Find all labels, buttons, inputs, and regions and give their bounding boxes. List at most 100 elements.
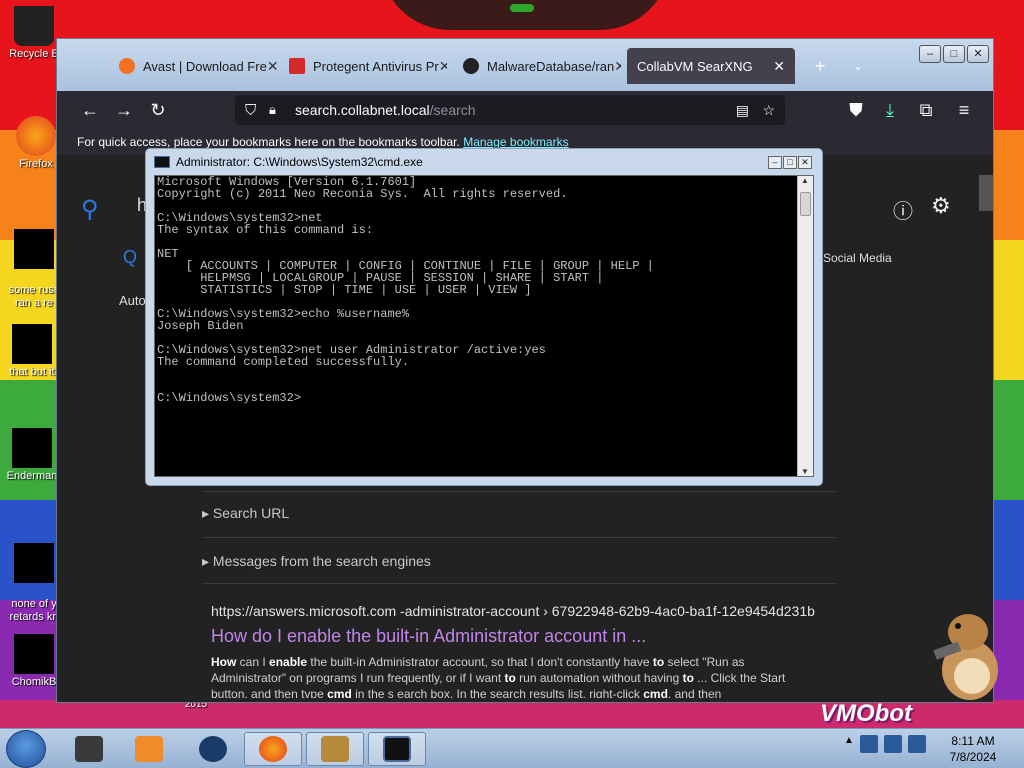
back-button[interactable]: ← [73,95,107,125]
page-scrollbar[interactable] [979,175,993,211]
browser-titlebar: Avast | Download Fre ✕ Protegent Antivir… [57,39,993,91]
tab-avast[interactable]: Avast | Download Fre ✕ [109,48,277,84]
clock-time: 8:11 AM [951,734,995,748]
search-url-toggle[interactable]: ▸ Search URL [202,505,289,522]
close-icon[interactable]: ✕ [439,58,447,75]
cmd-title-text: Administrator: C:\Windows\System32\cmd.e… [176,155,423,169]
gear-icon[interactable]: ⚙ [931,193,951,219]
search-icon[interactable]: ⚲ [81,195,99,224]
file-icon [12,428,52,468]
file-icon [14,229,54,269]
box-game-icon [321,736,349,762]
recycle-bin-icon [14,6,54,46]
reader-view-icon[interactable]: ▤ [736,102,749,119]
url-host: search.collabnet.local [295,102,430,118]
extensions-icon[interactable]: ⧉ [909,95,943,125]
lock-icon[interactable]: 🔒︎ [269,102,276,118]
cmd-output: Microsoft Windows [Version 6.1.7601] Cop… [157,175,654,405]
cmd-window-controls: – □ ✕ [768,156,812,169]
firefox-icon [16,116,56,156]
hamster-mascot [933,614,998,700]
reload-button[interactable]: ↻ [141,95,175,125]
result-url[interactable]: https://answers.microsoft.com -administr… [211,603,815,619]
cmd-console[interactable]: Microsoft Windows [Version 6.1.7601] Cop… [154,175,814,477]
autocomplete-label: Auto [119,293,146,308]
close-icon[interactable]: ✕ [773,58,785,75]
pocket-icon[interactable]: ⛊ [839,95,873,125]
file-icon [12,324,52,364]
tab-social-media[interactable]: Social Media [823,251,892,265]
tray-app-icon[interactable] [860,735,878,753]
tray-network-icon[interactable] [884,735,902,753]
divider [202,491,836,492]
github-icon [463,58,479,74]
file-icon [14,634,54,674]
close-window-button[interactable]: ✕ [967,45,989,63]
cmd-close-button[interactable]: ✕ [798,156,812,169]
maximize-button[interactable]: □ [943,45,965,63]
desktop-icon-that-but[interactable]: that but it [0,324,64,379]
protegent-icon [289,58,305,74]
window-controls: – □ ✕ [919,45,989,63]
shield-icon[interactable]: ⛉ [245,102,256,119]
tab-protegent[interactable]: Protegent Antivirus Pr ✕ [279,48,447,84]
scroll-up-icon[interactable]: ▲ [801,176,809,185]
media-player-icon [135,736,163,762]
engine-messages-toggle[interactable]: ▸ Messages from the search engines [202,553,431,570]
cmd-window: Administrator: C:\Windows\System32\cmd.e… [145,148,823,486]
desktop-icon-label: that but it [9,366,55,378]
cmd-icon [383,736,411,762]
taskbar-item-cmd[interactable] [368,732,426,766]
clock[interactable]: 8:11 AM 7/8/2024 [938,733,1008,765]
forward-button[interactable]: → [107,95,141,125]
watermark-text: VMObot [820,700,912,727]
file-icon [14,543,54,583]
tab-malwaredatabase[interactable]: MalwareDatabase/ran ✕ [453,48,621,84]
taskbar-item-firefox[interactable] [244,732,302,766]
cmd-minimize-button[interactable]: – [768,156,782,169]
pc-icon [75,736,103,762]
tab-collabvm-searxng[interactable]: CollabVM SearXNG ✕ [627,48,795,84]
info-icon[interactable]: ⓘ [893,195,913,224]
result-snippet: How can I enable the built-in Administra… [211,655,786,698]
scroll-down-icon[interactable]: ▼ [801,467,809,476]
bookmarks-hint: For quick access, place your bookmarks h… [77,135,460,149]
wallpaper-eyes [510,4,534,12]
minimize-button[interactable]: – [919,45,941,63]
clock-date: 7/8/2024 [949,750,997,764]
divider [202,583,836,584]
close-icon[interactable]: ✕ [614,58,621,75]
system-tray: ▲ [844,735,926,753]
cmd-scrollbar[interactable]: ▲ ▼ [797,176,813,476]
taskbar-item[interactable] [184,732,242,766]
navigation-bar: ← → ↻ ⛉ 🔒︎ search.collabnet.local/search… [57,91,993,129]
scroll-thumb[interactable] [800,192,811,216]
download-icon[interactable]: ⤓ [873,95,907,125]
tab-label: Protegent Antivirus Pr [313,58,439,74]
globe-icon [199,736,227,762]
tray-expand-icon[interactable]: ▲ [844,735,854,753]
tray-volume-icon[interactable] [908,735,926,753]
desktop-icon-enderman[interactable]: Enderman [0,428,64,483]
search-tab-icon[interactable]: Q [123,247,137,268]
new-tab-button[interactable]: + [805,48,835,84]
url-bar[interactable]: ⛉ 🔒︎ search.collabnet.local/search ▤ ☆ [235,95,785,125]
taskbar-item[interactable] [120,732,178,766]
manage-bookmarks-link[interactable]: Manage bookmarks [463,135,568,149]
start-button[interactable] [6,730,46,768]
divider [202,537,836,538]
url-path: /search [429,102,476,118]
result-title-link[interactable]: How do I enable the built-in Administrat… [211,626,646,647]
close-icon[interactable]: ✕ [267,58,277,75]
tab-list-button[interactable]: ⌄ [843,48,873,84]
cmd-titlebar[interactable]: Administrator: C:\Windows\System32\cmd.e… [154,155,423,169]
bookmark-star-icon[interactable]: ☆ [762,102,775,119]
desktop-icon-label: Enderman [6,470,58,482]
cmd-maximize-button[interactable]: □ [783,156,797,169]
menu-icon[interactable]: ≡ [947,95,981,125]
taskbar: ▲ 8:11 AM 7/8/2024 [0,728,1024,768]
taskbar-item-box[interactable] [306,732,364,766]
taskbar-item[interactable] [60,732,118,766]
firefox-icon [259,736,287,762]
tab-label: CollabVM SearXNG [637,58,753,74]
